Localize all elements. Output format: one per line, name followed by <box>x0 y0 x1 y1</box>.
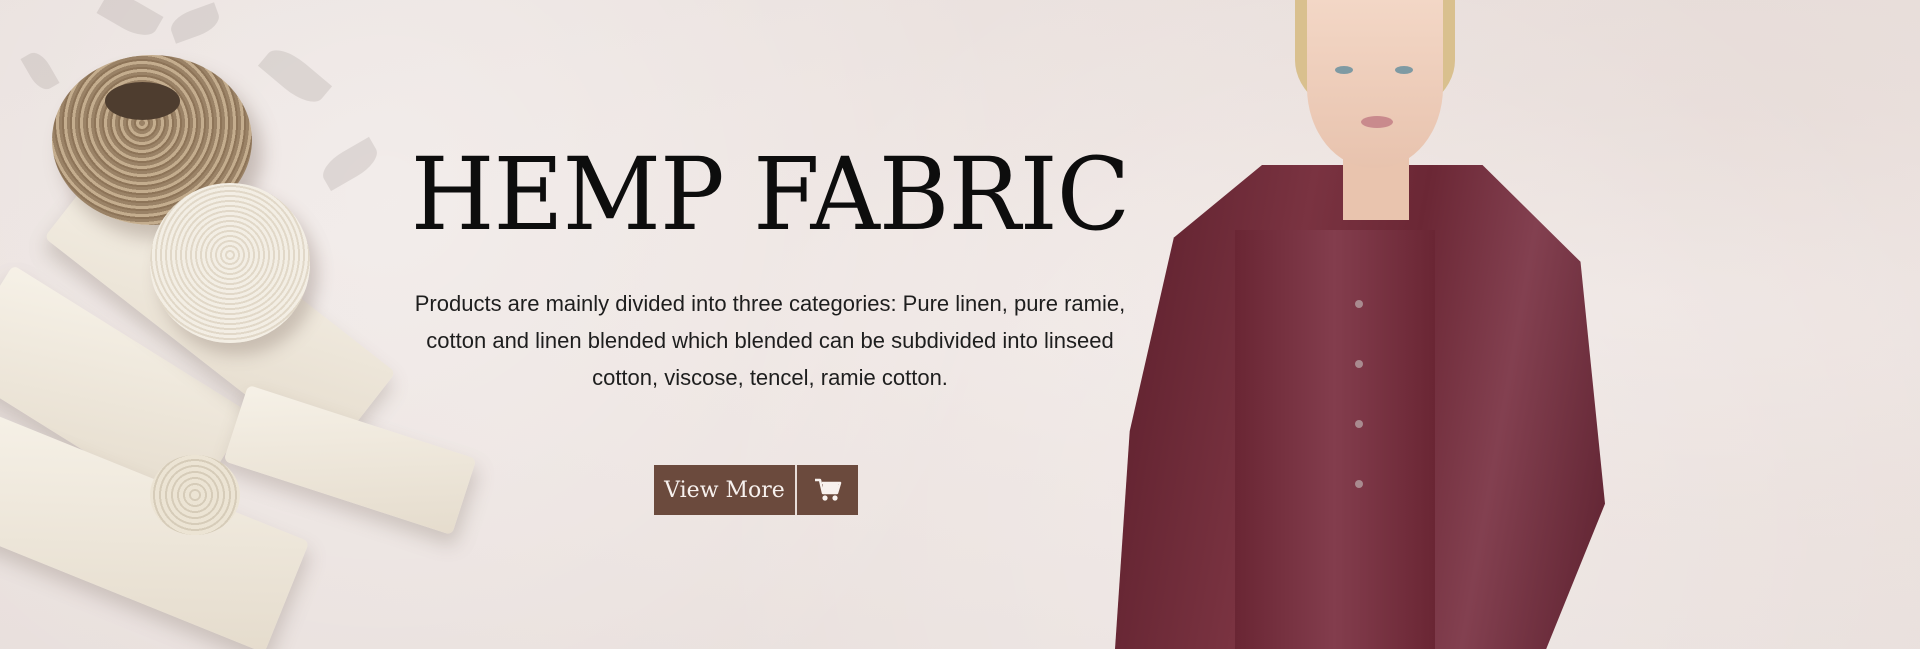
fabric-roll-end <box>150 455 240 535</box>
leaf-shadow <box>167 2 223 44</box>
leaf-shadow <box>96 0 164 43</box>
cart-icon <box>814 478 841 501</box>
model-eye <box>1335 66 1353 74</box>
hero-banner: HEMP FABRIC Products are mainly divided … <box>0 0 1920 649</box>
leaf-shadow <box>257 41 333 111</box>
cart-button[interactable] <box>797 465 858 515</box>
linen-shirt <box>1235 230 1435 649</box>
view-more-button-group[interactable]: View More <box>654 465 858 515</box>
model-photo <box>1115 0 1605 649</box>
shirt-button <box>1355 300 1363 308</box>
model-lips <box>1361 116 1393 128</box>
shirt-button <box>1355 420 1363 428</box>
shirt-button <box>1355 480 1363 488</box>
leaf-shadow <box>317 136 383 192</box>
model-face <box>1307 0 1443 168</box>
leaf-shadow <box>20 48 60 94</box>
shirt-button <box>1355 360 1363 368</box>
twine-ball-center <box>105 82 180 120</box>
view-more-button[interactable]: View More <box>654 465 795 515</box>
model-eye <box>1395 66 1413 74</box>
banner-description: Products are mainly divided into three c… <box>414 291 1126 390</box>
yarn-ball <box>150 183 310 343</box>
banner-title: HEMP FABRIC <box>410 136 1130 253</box>
banner-content: HEMP FABRIC Products are mainly divided … <box>380 145 1160 396</box>
